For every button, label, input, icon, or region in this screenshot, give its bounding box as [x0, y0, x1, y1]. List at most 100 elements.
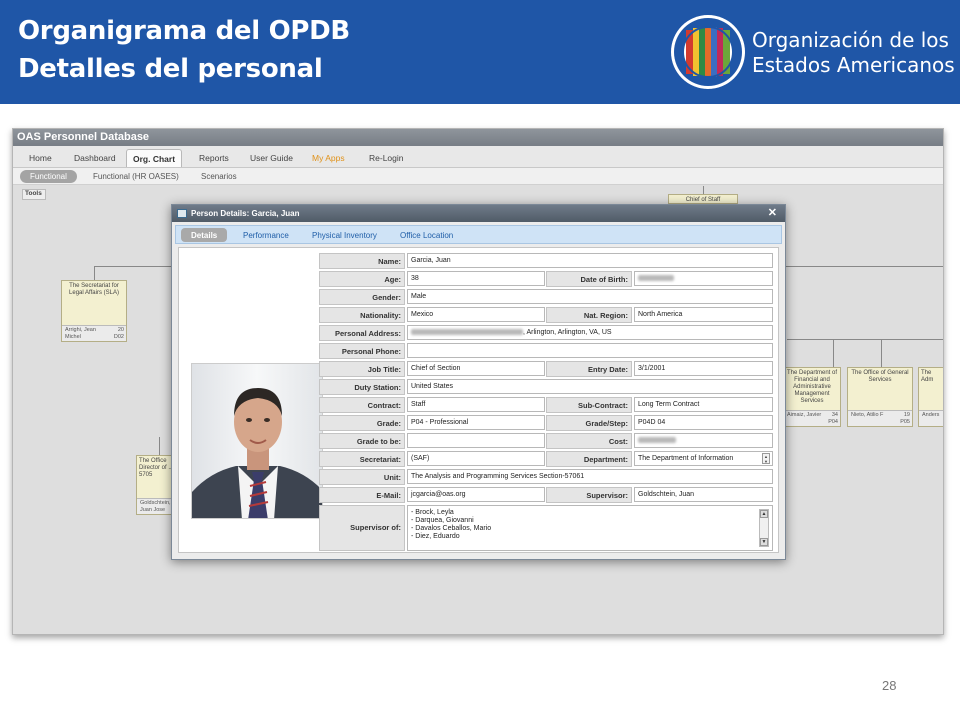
org-box-person: Nieto, Atilio F — [851, 412, 884, 418]
scroll-up-icon[interactable]: ▲ — [760, 510, 768, 518]
nav-reports[interactable]: Reports — [193, 149, 235, 167]
close-icon[interactable]: ✕ — [768, 206, 777, 219]
org-connector — [881, 339, 882, 367]
label-contract: Contract: — [319, 397, 405, 413]
app-title: OAS Personnel Database — [13, 129, 943, 146]
window-icon — [177, 209, 187, 218]
label-cost: Cost: — [546, 433, 632, 449]
label-sub-contract: Sub-Contract: — [546, 397, 632, 413]
label-age: Age: — [319, 271, 405, 287]
name-field[interactable]: Garcia, Juan — [407, 253, 773, 268]
email-field[interactable]: jcgarcia@oas.org — [407, 487, 545, 502]
label-nationality: Nationality: — [319, 307, 405, 323]
nav-home[interactable]: Home — [23, 149, 58, 167]
nav-dashboard[interactable]: Dashboard — [68, 149, 122, 167]
org-box-title: The Secretariat for Legal Affairs (SLA) — [69, 283, 119, 296]
cost-field[interactable] — [634, 433, 773, 448]
entry-date-field[interactable]: 3/1/2001 — [634, 361, 773, 376]
label-grade: Grade: — [319, 415, 405, 431]
subnav-functional-hr-oases[interactable]: Functional (HR OASES) — [87, 170, 185, 183]
contract-field[interactable]: Staff — [407, 397, 545, 412]
label-entry-date: Entry Date: — [546, 361, 632, 377]
org-box-footer: Nieto, Atilio F 19 P05 — [848, 410, 912, 426]
org-connector — [703, 186, 704, 194]
personal-address-field[interactable]: , Arlington, Arlington, VA, US — [407, 325, 773, 340]
dialog-title: Person Details: Garcia, Juan — [191, 209, 300, 218]
unit-field[interactable]: The Analysis and Programming Services Se… — [407, 469, 773, 484]
grade-step-field[interactable]: P04D 04 — [634, 415, 773, 430]
org-box-legal-affairs[interactable]: The Secretariat for Legal Affairs (SLA) … — [61, 280, 127, 342]
label-department: Department: — [546, 451, 632, 467]
nav-re-login[interactable]: Re-Login — [363, 149, 410, 167]
oas-seal-logo — [671, 15, 745, 89]
tab-office-location[interactable]: Office Location — [390, 228, 463, 242]
org-box-person: Aimaiz, Javier — [787, 412, 822, 418]
org-box-chief-of-staff[interactable]: Chief of Staff — [668, 194, 738, 204]
label-name: Name: — [319, 253, 405, 269]
department-field[interactable]: The Department of Information ▲ ▼ — [634, 451, 773, 466]
org-box-title: The Department of Financial and Administ… — [786, 370, 838, 404]
org-box-title: The Adm — [921, 370, 934, 383]
date-of-birth-field[interactable] — [634, 271, 773, 286]
org-name-line1: Organización de los — [752, 28, 949, 52]
org-connector — [833, 339, 834, 367]
sub-contract-field[interactable]: Long Term Contract — [634, 397, 773, 412]
org-box-title: Chief of Staff — [685, 197, 721, 203]
slide-header: Organigrama del OPDB Detalles del person… — [0, 0, 960, 104]
org-box-footer: Aimaiz, Javier 34 P04 — [784, 410, 840, 426]
personal-phone-field[interactable] — [407, 343, 773, 358]
label-personal-address: Personal Address: — [319, 325, 405, 341]
nav-user-guide[interactable]: User Guide — [244, 149, 299, 167]
label-personal-phone: Personal Phone: — [319, 343, 405, 359]
org-box-code: 34 P04 — [828, 412, 838, 425]
tab-performance[interactable]: Performance — [233, 228, 299, 242]
org-box-code: 20 D02 — [113, 327, 124, 340]
department-value: The Department of Information — [638, 455, 734, 462]
sub-nav: Functional Functional (HR OASES) Scenari… — [13, 168, 943, 185]
grade-field[interactable]: P04 - Professional — [407, 415, 545, 430]
supervisor-field[interactable]: Goldschtein, Juan — [634, 487, 773, 502]
subnav-scenarios[interactable]: Scenarios — [195, 170, 243, 183]
job-title-field[interactable]: Chief of Section — [407, 361, 545, 376]
list-item[interactable]: - Darquea, Giovanni — [411, 517, 772, 525]
nat-region-field[interactable]: North America — [634, 307, 773, 322]
supervisor-of-list[interactable]: - Brock, Leyla - Darquea, Giovanni - Dav… — [407, 505, 773, 551]
grade-to-be-field[interactable] — [407, 433, 545, 448]
department-stepper-icon[interactable]: ▲ ▼ — [762, 453, 770, 464]
org-box-general-services[interactable]: The Office of General Services Nieto, At… — [847, 367, 913, 427]
label-supervisor: Supervisor: — [546, 487, 632, 503]
tab-physical-inventory[interactable]: Physical Inventory — [302, 228, 387, 242]
list-item[interactable]: - Diez, Eduardo — [411, 533, 772, 541]
gender-field[interactable]: Male — [407, 289, 773, 304]
org-box-title: The Office of General Services — [851, 370, 909, 383]
details-panel: Name: Garcia, Juan Age: 38 Date of Birth… — [178, 247, 779, 553]
label-secretariat: Secretariat: — [319, 451, 405, 467]
nav-org-chart[interactable]: Org. Chart — [126, 149, 183, 167]
list-item[interactable]: - Brock, Leyla — [411, 509, 772, 517]
secretariat-field[interactable]: (SAF) — [407, 451, 545, 466]
label-supervisor-of: Supervisor of: — [319, 505, 405, 551]
list-scrollbar[interactable]: ▲ ▼ — [759, 509, 769, 547]
org-box-adm[interactable]: The Adm Anders — [918, 367, 943, 427]
nationality-field[interactable]: Mexico — [407, 307, 545, 322]
person-photo — [191, 363, 323, 519]
org-connector — [787, 339, 943, 340]
duty-station-field[interactable]: United States — [407, 379, 773, 394]
label-grade-to-be: Grade to be: — [319, 433, 405, 449]
tools-button[interactable]: Tools — [22, 189, 46, 200]
person-details-dialog: Person Details: Garcia, Juan ✕ Details P… — [171, 204, 786, 560]
org-box-footer: Arrighi, Jean Michel 20 D02 — [62, 325, 126, 341]
age-field[interactable]: 38 — [407, 271, 545, 286]
org-connector — [159, 437, 160, 455]
org-box-dfams[interactable]: The Department of Financial and Administ… — [783, 367, 841, 427]
org-box-person: Arrighi, Jean Michel — [65, 327, 96, 340]
list-item[interactable]: - Davalos Ceballos, Mario — [411, 525, 772, 533]
scroll-down-icon[interactable]: ▼ — [760, 538, 768, 546]
nav-my-apps[interactable]: My Apps — [306, 149, 351, 167]
subnav-functional[interactable]: Functional — [20, 170, 77, 183]
label-nat-region: Nat. Region: — [546, 307, 632, 323]
label-gender: Gender: — [319, 289, 405, 305]
org-name-line2: Estados Americanos — [752, 53, 955, 77]
tab-details[interactable]: Details — [181, 228, 228, 242]
dialog-titlebar[interactable]: Person Details: Garcia, Juan ✕ — [172, 205, 785, 222]
